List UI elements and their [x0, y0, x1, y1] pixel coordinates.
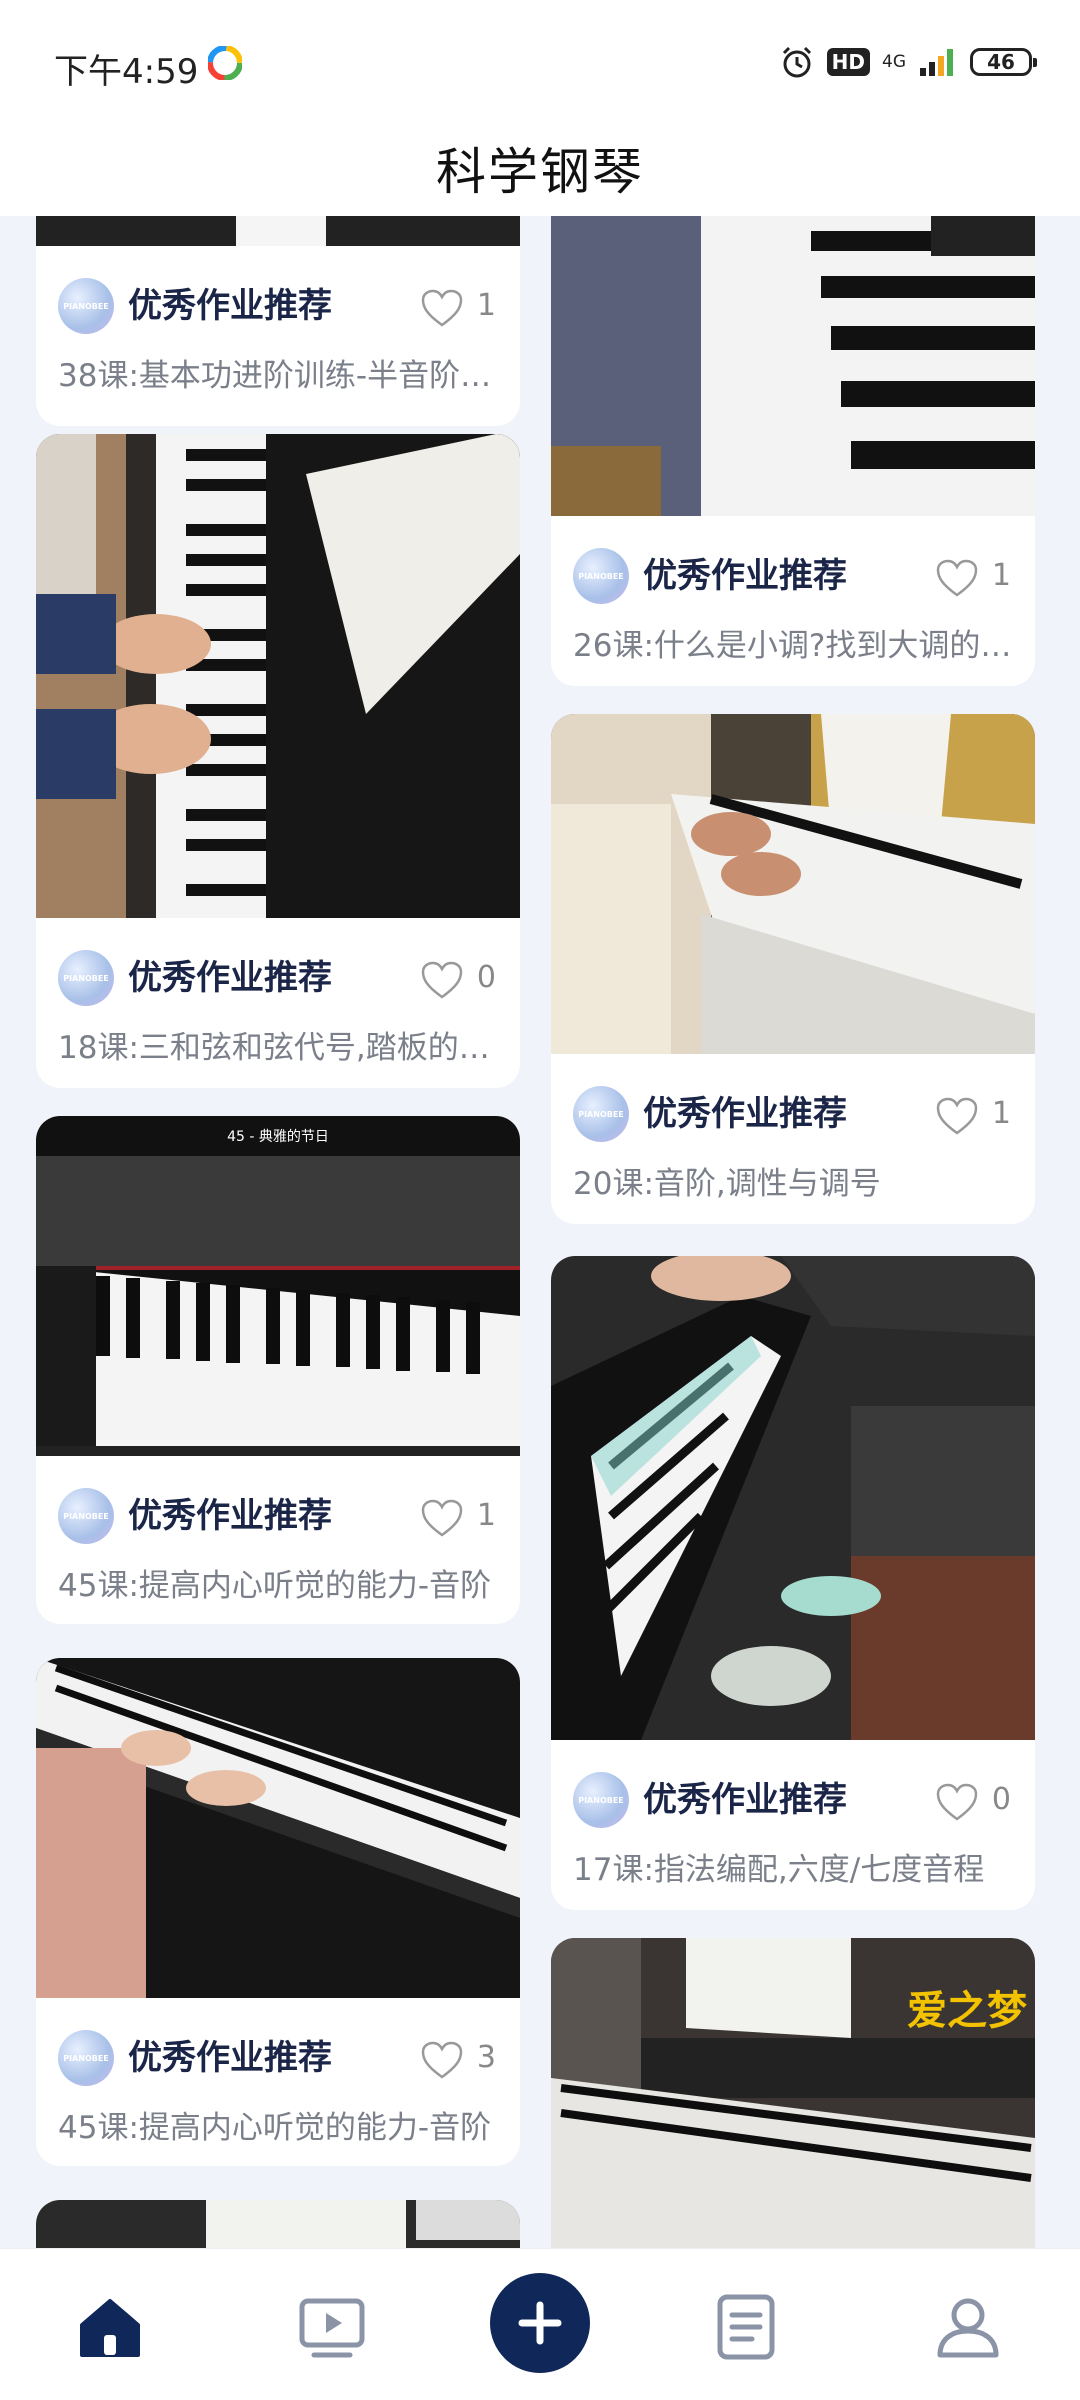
homework-card[interactable]: PIANOBEE 优秀作业推荐 0 17课:指法编配,六度/七度音程: [551, 1256, 1035, 1910]
bottom-nav: [0, 2248, 1080, 2400]
author-avatar: PIANOBEE: [573, 1086, 629, 1142]
homework-card[interactable]: PIANOBEE 优秀作业推荐 0 18课:三和弦和弦代号,踏板的使用: [36, 434, 520, 1088]
like-count: 1: [476, 1498, 496, 1533]
header: 科学钢琴: [0, 120, 1080, 216]
author-name: 优秀作业推荐: [128, 286, 332, 326]
video-thumbnail[interactable]: [36, 434, 520, 918]
card-caption: 45课:提高内心听觉的能力-音阶: [58, 1568, 492, 1604]
status-time: 下午4:59: [54, 52, 199, 92]
homework-card[interactable]: PIANOBEE 优秀作业推荐 1 38课:基本功进阶训练-半音阶进阶训练-半音: [36, 216, 520, 426]
author-avatar: PIANOBEE: [573, 548, 629, 604]
author-name: 优秀作业推荐: [643, 1780, 847, 1820]
signal-icon: [920, 49, 953, 76]
home-icon: [80, 2299, 140, 2357]
status-indicators: HD 4G 46: [779, 40, 1037, 84]
card-caption: 38课:基本功进阶训练-半音阶进阶训练-半音: [58, 358, 498, 394]
author-name: 优秀作业推荐: [128, 958, 332, 998]
homework-card[interactable]: PIANOBEE 优秀作业推荐 1 26课:什么是小调?找到大调的关系小调: [551, 216, 1035, 686]
profile-icon: [937, 2298, 999, 2358]
card-caption: 18课:三和弦和弦代号,踏板的使用: [58, 1030, 498, 1066]
video-title-overlay: 45 - 典雅的节日: [227, 1129, 329, 1145]
video-thumbnail[interactable]: [551, 216, 1035, 516]
homework-card[interactable]: PIANOBEE 优秀作业推荐 1 20课:音阶,调性与调号: [551, 714, 1035, 1224]
card-caption: 45课:提高内心听觉的能力-音阶: [58, 2110, 492, 2146]
add-icon: [518, 2301, 562, 2345]
nav-profile[interactable]: [928, 2287, 1008, 2367]
video-thumbnail[interactable]: [36, 2200, 520, 2248]
author-name: 优秀作业推荐: [643, 1094, 847, 1134]
like-count: 3: [476, 2040, 496, 2075]
add-button[interactable]: [490, 2273, 590, 2373]
heart-icon[interactable]: [420, 2040, 464, 2080]
card-caption: 20课:音阶,调性与调号: [573, 1166, 881, 1202]
video-thumbnail[interactable]: [36, 216, 520, 246]
status-bar: 下午4:59 HD 4G 46: [0, 0, 1080, 120]
author-avatar: PIANOBEE: [58, 1488, 114, 1544]
heart-icon[interactable]: [935, 1782, 979, 1822]
like-count: 1: [991, 1096, 1011, 1131]
author-avatar: PIANOBEE: [58, 950, 114, 1006]
like-count: 0: [991, 1782, 1011, 1817]
video-thumbnail[interactable]: [551, 714, 1035, 1054]
video-icon: [299, 2298, 365, 2358]
homework-feed[interactable]: PIANOBEE 优秀作业推荐 1 38课:基本功进阶训练-半音阶进阶训练-半音: [0, 216, 1080, 2248]
like-count: 1: [991, 558, 1011, 593]
heart-icon[interactable]: [420, 960, 464, 1000]
heart-icon[interactable]: [420, 288, 464, 328]
heart-icon[interactable]: [420, 1498, 464, 1538]
author-name: 优秀作业推荐: [643, 556, 847, 596]
nav-video[interactable]: [292, 2287, 372, 2367]
card-meta: PIANOBEE 优秀作业推荐 1 26课:什么是小调?找到大调的关系小调: [551, 516, 1035, 686]
card-caption: 17课:指法编配,六度/七度音程: [573, 1852, 985, 1888]
card-caption: 26课:什么是小调?找到大调的关系小调: [573, 628, 1013, 664]
network-type: 4G: [882, 51, 906, 72]
heart-icon[interactable]: [935, 1096, 979, 1136]
app-notification-icon: [208, 46, 242, 80]
alarm-icon: [782, 46, 811, 78]
author-avatar: PIANOBEE: [58, 2030, 114, 2086]
homework-card[interactable]: PIANOBEE 优秀作业推荐 3 45课:提高内心听觉的能力-音阶: [36, 1658, 520, 2166]
nav-lessons[interactable]: [706, 2287, 786, 2367]
author-avatar: PIANOBEE: [58, 278, 114, 334]
homework-card[interactable]: 45 - 典雅的节日 PIANOBEE 优秀作业推荐 1 45课:提高内心听觉的…: [36, 1116, 520, 1624]
document-icon: [717, 2294, 775, 2360]
overlay-text: 爱之梦: [907, 1988, 1027, 2034]
card-meta: PIANOBEE 优秀作业推荐 1 20课:音阶,调性与调号: [551, 1054, 1035, 1224]
author-name: 优秀作业推荐: [128, 1496, 332, 1536]
card-meta: PIANOBEE 优秀作业推荐 0 18课:三和弦和弦代号,踏板的使用: [36, 918, 520, 1088]
card-meta: PIANOBEE 优秀作业推荐 3 45课:提高内心听觉的能力-音阶: [36, 1998, 520, 2166]
homework-card[interactable]: [36, 2200, 520, 2248]
hd-badge: HD: [826, 48, 870, 76]
nav-home[interactable]: [70, 2287, 150, 2367]
author-name: 优秀作业推荐: [128, 2038, 332, 2078]
video-thumbnail[interactable]: [36, 1658, 520, 1998]
card-meta: PIANOBEE 优秀作业推荐 1 38课:基本功进阶训练-半音阶进阶训练-半音: [36, 246, 520, 416]
card-meta: PIANOBEE 优秀作业推荐 1 45课:提高内心听觉的能力-音阶: [36, 1456, 520, 1624]
heart-icon[interactable]: [935, 558, 979, 598]
like-count: 0: [476, 960, 496, 995]
video-thumbnail[interactable]: [551, 1256, 1035, 1740]
page-title: 科学钢琴: [436, 143, 644, 201]
card-meta: PIANOBEE 优秀作业推荐 0 17课:指法编配,六度/七度音程: [551, 1740, 1035, 1910]
like-count: 1: [476, 288, 496, 323]
homework-card[interactable]: 爱之梦: [551, 1938, 1035, 2248]
author-avatar: PIANOBEE: [573, 1772, 629, 1828]
battery-indicator: 46: [970, 48, 1037, 76]
video-thumbnail[interactable]: [36, 1116, 520, 1456]
